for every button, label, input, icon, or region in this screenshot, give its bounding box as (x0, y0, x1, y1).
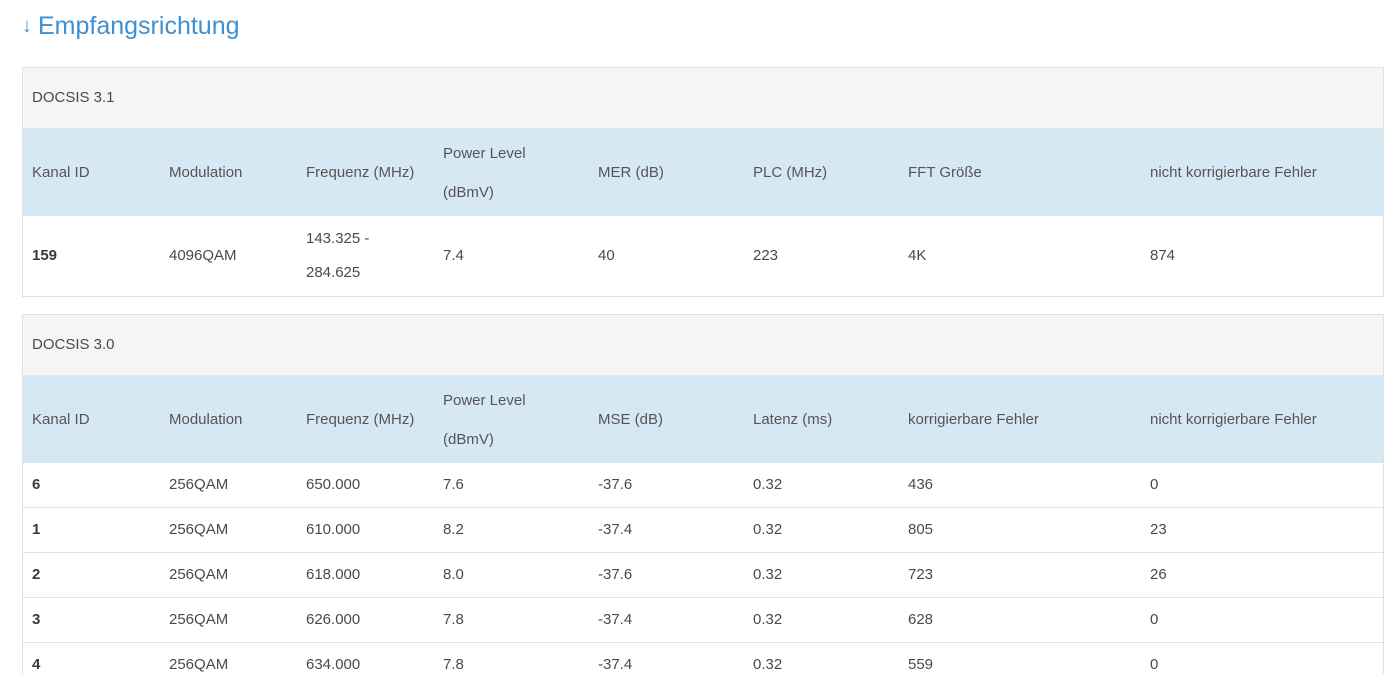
header-mer: MER (dB) (598, 164, 664, 181)
cell-kanal-id: 4 (32, 656, 41, 673)
cell-modulation: 256QAM (169, 476, 229, 493)
cell-mse: -37.4 (598, 656, 633, 673)
cell-mse: -37.4 (598, 521, 633, 538)
header-power-level: Power Level (dBmV) (434, 129, 589, 216)
header-fft: FFT Größe (908, 164, 982, 181)
cell-modulation: 256QAM (169, 521, 229, 538)
cell-mse: -37.4 (598, 611, 633, 628)
cell-kanal-id: 1 (32, 521, 41, 538)
docsis30-table: Kanal ID Modulation Frequenz (MHz) Power… (23, 376, 1383, 674)
cell-power-level: 7.8 (443, 656, 464, 673)
table-row: 4 256QAM 634.000 7.8 -37.4 0.32 559 0 (23, 643, 1383, 674)
cell-power-level: 7.6 (443, 476, 464, 493)
cell-kanal-id: 159 (32, 247, 58, 264)
cell-fft: 4K (908, 247, 927, 264)
header-korrigierbare-fehler: korrigierbare Fehler (908, 411, 1039, 428)
cell-nicht-korrigierbare-fehler: 0 (1150, 476, 1159, 493)
cell-nicht-korrigierbare-fehler: 26 (1150, 566, 1167, 583)
cell-latenz: 0.32 (753, 521, 783, 538)
cell-frequenz: 618.000 (306, 566, 361, 583)
header-frequenz: Frequenz (MHz) (306, 164, 415, 181)
cell-power-level: 7.8 (443, 611, 464, 628)
header-plc: PLC (MHz) (753, 164, 828, 181)
page: ↓ Empfangsrichtung DOCSIS 3.1 Kanal ID M… (0, 0, 1393, 674)
cell-frequenz: 626.000 (306, 611, 361, 628)
header-power-level-line2: (dBmV) (443, 183, 494, 201)
cell-modulation: 256QAM (169, 611, 229, 628)
header-kanal-id: Kanal ID (32, 411, 90, 428)
cell-nicht-korrigierbare-fehler: 874 (1150, 247, 1176, 264)
cell-frequenz: 634.000 (306, 656, 361, 673)
cell-mer: 40 (598, 247, 615, 264)
cell-power-level: 8.2 (443, 521, 464, 538)
cell-frequenz-line2: 284.625 (306, 264, 361, 281)
docsis31-table: Kanal ID Modulation Frequenz (MHz) Power… (23, 129, 1383, 296)
header-modulation: Modulation (169, 411, 243, 428)
cell-frequenz: 650.000 (306, 476, 361, 493)
cell-power-level: 8.0 (443, 566, 464, 583)
cell-mse: -37.6 (598, 476, 633, 493)
header-power-level-line1: Power Level (443, 144, 526, 162)
cell-nicht-korrigierbare-fehler: 0 (1150, 656, 1159, 673)
table-header-row: Kanal ID Modulation Frequenz (MHz) Power… (23, 376, 1383, 463)
cell-korrigierbare-fehler: 436 (908, 476, 934, 493)
cell-latenz: 0.32 (753, 566, 783, 583)
cell-nicht-korrigierbare-fehler: 0 (1150, 611, 1159, 628)
header-modulation: Modulation (169, 164, 243, 181)
section-heading-empfangsrichtung[interactable]: ↓ Empfangsrichtung (22, 10, 240, 42)
cell-korrigierbare-fehler: 559 (908, 656, 934, 673)
header-power-level: Power Level (dBmV) (434, 376, 589, 463)
docsis31-panel: DOCSIS 3.1 Kanal ID Modulation Frequenz … (22, 67, 1384, 297)
cell-modulation: 4096QAM (169, 247, 237, 264)
header-mse: MSE (dB) (598, 411, 664, 428)
table-row: 3 256QAM 626.000 7.8 -37.4 0.32 628 0 (23, 598, 1383, 643)
cell-kanal-id: 6 (32, 476, 41, 493)
cell-latenz: 0.32 (753, 656, 783, 673)
table-row: 1 256QAM 610.000 8.2 -37.4 0.32 805 23 (23, 508, 1383, 553)
cell-power-level: 7.4 (443, 247, 464, 264)
docsis30-panel: DOCSIS 3.0 Kanal ID Modulation Frequenz … (22, 314, 1384, 674)
cell-frequenz: 610.000 (306, 521, 361, 538)
section-title: Empfangsrichtung (38, 12, 240, 40)
header-nicht-korrigierbare-fehler: nicht korrigierbare Fehler (1150, 164, 1317, 181)
docsis30-panel-title: DOCSIS 3.0 (23, 315, 1383, 376)
cell-frequenz: 143.325 - 284.625 (297, 216, 434, 296)
header-latenz: Latenz (ms) (753, 411, 833, 428)
cell-latenz: 0.32 (753, 476, 783, 493)
cell-kanal-id: 3 (32, 611, 41, 628)
cell-nicht-korrigierbare-fehler: 23 (1150, 521, 1167, 538)
header-frequenz: Frequenz (MHz) (306, 411, 415, 428)
cell-frequenz-line1: 143.325 - (306, 230, 370, 247)
header-nicht-korrigierbare-fehler: nicht korrigierbare Fehler (1150, 411, 1317, 428)
cell-kanal-id: 2 (32, 566, 41, 583)
cell-korrigierbare-fehler: 805 (908, 521, 934, 538)
table-row: 6 256QAM 650.000 7.6 -37.6 0.32 436 0 (23, 463, 1383, 508)
docsis31-panel-title: DOCSIS 3.1 (23, 68, 1383, 129)
table-row: 159 4096QAM 143.325 - 284.625 7.4 40 223… (23, 216, 1383, 296)
header-power-level-line1: Power Level (443, 391, 526, 409)
cell-plc: 223 (753, 247, 779, 264)
cell-modulation: 256QAM (169, 566, 229, 583)
table-header-row: Kanal ID Modulation Frequenz (MHz) Power… (23, 129, 1383, 216)
cell-korrigierbare-fehler: 723 (908, 566, 934, 583)
cell-mse: -37.6 (598, 566, 633, 583)
arrow-down-icon: ↓ (22, 15, 32, 37)
cell-latenz: 0.32 (753, 611, 783, 628)
table-row: 2 256QAM 618.000 8.0 -37.6 0.32 723 26 (23, 553, 1383, 598)
cell-modulation: 256QAM (169, 656, 229, 673)
header-power-level-line2: (dBmV) (443, 430, 494, 448)
header-kanal-id: Kanal ID (32, 164, 90, 181)
cell-korrigierbare-fehler: 628 (908, 611, 934, 628)
